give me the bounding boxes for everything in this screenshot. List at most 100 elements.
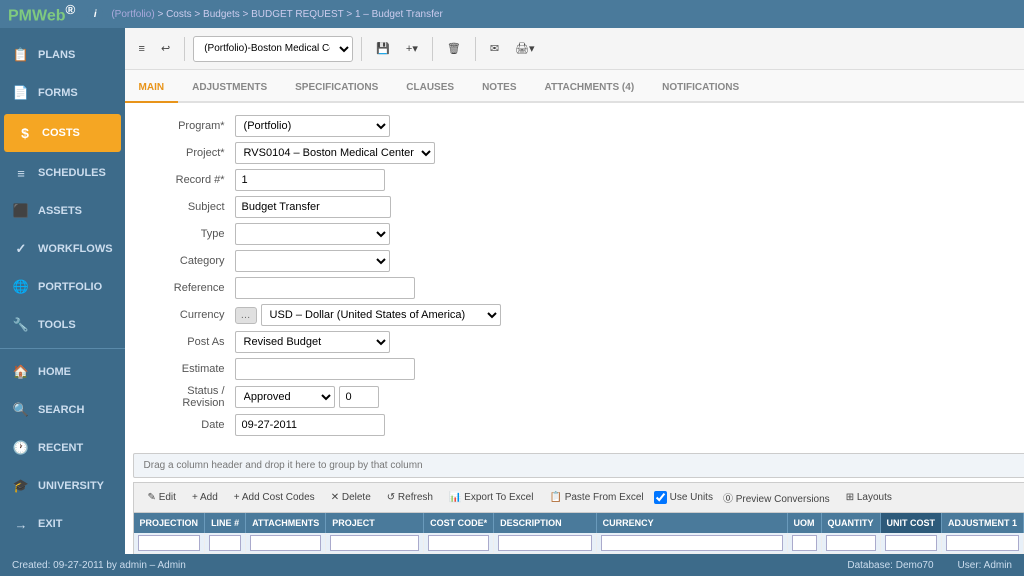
sidebar-item-university[interactable]: 🎓 UNIVERSITY (0, 467, 125, 505)
use-units-label[interactable]: Use Units (654, 491, 713, 504)
record-input[interactable] (235, 169, 385, 191)
use-units-checkbox[interactable] (654, 491, 667, 504)
filter-adj1-input[interactable] (946, 535, 1019, 551)
list-view-button[interactable]: ≡ (133, 39, 151, 59)
tab-notifications[interactable]: NOTIFICATIONS (648, 74, 753, 103)
col-projection: PROJECTION (134, 513, 205, 533)
preview-conversions-button[interactable]: ⓪ Preview Conversions (717, 487, 836, 508)
sidebar-label-exit: EXIT (38, 518, 62, 530)
filter-desc-input[interactable] (498, 535, 592, 551)
delete-row-button[interactable]: ✕ Delete (325, 489, 377, 506)
filter-currency-input[interactable] (601, 535, 783, 551)
status-right: Database: Demo70 User: Admin (847, 560, 1012, 571)
subject-input[interactable] (235, 196, 391, 218)
col-unit-cost: UNIT COST (880, 513, 942, 533)
reference-label: Reference (145, 282, 235, 294)
main-area: 📋 PLANS 📄 FORMS $ COSTS ≡ SCHEDULES ⬛ AS… (0, 28, 1024, 554)
tab-specifications[interactable]: SPECIFICATIONS (281, 74, 392, 103)
project-label: Project* (145, 147, 235, 159)
col-project: PROJECT (326, 513, 424, 533)
sidebar-item-plans[interactable]: 📋 PLANS (0, 36, 125, 74)
sidebar-item-recent[interactable]: 🕐 RECENT (0, 429, 125, 467)
sidebar-item-portfolio[interactable]: 🌐 PORTFOLIO (0, 268, 125, 306)
edit-button[interactable]: ✎ Edit (142, 489, 182, 506)
form-row-subject: Subject (145, 196, 1024, 218)
sidebar-label-workflows: WORKFLOWS (38, 243, 113, 255)
content-area: ≡ ↩ (Portfolio)-Boston Medical Center - … (125, 28, 1024, 554)
filter-projection-input[interactable] (138, 535, 201, 551)
estimate-input[interactable] (235, 358, 415, 380)
add-row-button[interactable]: + Add (186, 489, 224, 506)
filter-uom-input[interactable] (792, 535, 817, 551)
layouts-button[interactable]: ⊞ Layouts (840, 489, 898, 506)
filter-unit-cost-input[interactable] (885, 535, 938, 551)
form-row-estimate: Estimate (145, 358, 1024, 380)
export-excel-button[interactable]: 📊 Export To Excel (443, 489, 540, 506)
email-button[interactable]: ✉ (484, 38, 505, 59)
filter-qty-input[interactable] (826, 535, 876, 551)
filter-project-input[interactable] (330, 535, 419, 551)
filter-line-input[interactable] (209, 535, 241, 551)
post-as-select[interactable]: Revised Budget (235, 331, 390, 353)
estimate-label: Estimate (145, 363, 235, 375)
paste-excel-button[interactable]: 📋 Paste From Excel (543, 489, 649, 506)
tab-attachments[interactable]: ATTACHMENTS (4) (531, 74, 649, 103)
filter-attach-input[interactable] (250, 535, 321, 551)
sidebar-item-workflows[interactable]: ✓ WORKFLOWS (0, 230, 125, 268)
type-select[interactable] (235, 223, 390, 245)
costs-icon: $ (16, 124, 34, 142)
date-input[interactable] (235, 414, 385, 436)
sidebar-item-home[interactable]: 🏠 HOME (0, 353, 125, 391)
sidebar-item-tools[interactable]: 🔧 TOOLS (0, 306, 125, 344)
filter-cost-code (424, 533, 494, 554)
currency-picker-button[interactable]: … (235, 307, 257, 324)
sidebar-item-forms[interactable]: 📄 FORMS (0, 74, 125, 112)
sidebar-label-plans: PLANS (38, 49, 75, 61)
info-icon[interactable]: i (87, 6, 103, 22)
currency-select[interactable]: USD – Dollar (United States of America) (261, 304, 501, 326)
category-select[interactable] (235, 250, 390, 272)
tab-adjustments[interactable]: ADJUSTMENTS (178, 74, 281, 103)
tab-main[interactable]: MAIN (125, 74, 179, 103)
status-select[interactable]: Approved (235, 386, 335, 408)
reference-input[interactable] (235, 277, 415, 299)
filter-uom (787, 533, 821, 554)
tab-notes[interactable]: NOTES (468, 74, 530, 103)
sidebar-item-costs[interactable]: $ COSTS (4, 114, 121, 152)
program-select[interactable]: (Portfolio) (235, 115, 390, 137)
category-label: Category (145, 255, 235, 267)
undo-button[interactable]: ↩ (155, 38, 176, 59)
filter-cost-code-input[interactable] (428, 535, 489, 551)
project-select-field[interactable]: RVS0104 – Boston Medical Center (235, 142, 435, 164)
revision-input[interactable] (339, 386, 379, 408)
filter-attach (246, 533, 326, 554)
sidebar-item-assets[interactable]: ⬛ ASSETS (0, 192, 125, 230)
add-cost-codes-button[interactable]: + Add Cost Codes (228, 489, 321, 506)
save-button[interactable]: 💾 (370, 38, 396, 59)
top-bar: PMWeb® i (Portfolio) > Costs > Budgets >… (0, 0, 1024, 28)
tabs: MAIN ADJUSTMENTS SPECIFICATIONS CLAUSES … (125, 70, 1024, 103)
breadcrumb-portfolio[interactable]: (Portfolio) (111, 9, 154, 20)
form-row-status: Status / Revision Approved (145, 385, 1024, 409)
col-cost-code: COST CODE* (424, 513, 494, 533)
toolbar: ≡ ↩ (Portfolio)-Boston Medical Center - … (125, 28, 1024, 70)
refresh-button[interactable]: ↺ Refresh (381, 489, 439, 506)
add-button[interactable]: +▾ (400, 38, 424, 59)
project-select[interactable]: (Portfolio)-Boston Medical Center - 1 (193, 36, 353, 62)
sidebar-item-exit[interactable]: → EXIT (0, 505, 125, 543)
col-quantity: QUANTITY (821, 513, 880, 533)
tab-clauses[interactable]: CLAUSES (392, 74, 468, 103)
assets-icon: ⬛ (12, 202, 30, 220)
toolbar-sep2 (361, 37, 362, 61)
sidebar-item-search[interactable]: 🔍 SEARCH (0, 391, 125, 429)
sidebar-item-schedules[interactable]: ≡ SCHEDULES (0, 154, 125, 192)
sidebar-label-university: UNIVERSITY (38, 480, 104, 492)
toolbar-sep4 (475, 37, 476, 61)
sidebar-label-portfolio: PORTFOLIO (38, 281, 102, 293)
delete-button[interactable]: 🗑 (441, 38, 467, 59)
filter-project (326, 533, 424, 554)
col-uom: UOM (787, 513, 821, 533)
print-button[interactable]: 🖨▾ (509, 38, 541, 59)
sidebar-label-forms: FORMS (38, 87, 78, 99)
status-row: Approved (235, 386, 379, 408)
